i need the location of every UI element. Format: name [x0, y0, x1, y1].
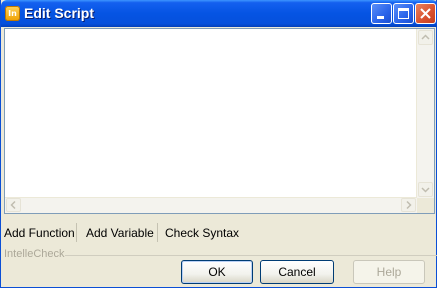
window-title: Edit Script [24, 5, 95, 21]
toolbar-separator [157, 223, 158, 242]
ok-button[interactable]: OK [181, 260, 253, 284]
cancel-button[interactable]: Cancel [260, 260, 334, 284]
minimize-button[interactable] [371, 3, 392, 24]
check-syntax-button[interactable]: Check Syntax [165, 226, 239, 240]
maximize-button[interactable] [393, 3, 414, 24]
minimize-icon [377, 16, 384, 19]
close-icon [420, 8, 431, 19]
title-bar[interactable]: In Edit Script [1, 0, 437, 27]
intellecheck-divider [65, 255, 437, 256]
add-variable-button[interactable]: Add Variable [86, 226, 154, 240]
intellecheck-label: IntelleCheck [4, 248, 65, 260]
script-editor[interactable] [4, 28, 435, 214]
close-button[interactable] [415, 3, 436, 24]
maximize-icon [398, 8, 409, 19]
edit-script-window: In Edit Script Add Function Add Variable… [0, 0, 437, 288]
app-icon: In [5, 6, 20, 21]
script-toolbar: Add Function Add Variable Check Syntax [1, 222, 437, 244]
toolbar-separator [76, 223, 77, 242]
add-function-button[interactable]: Add Function [4, 226, 75, 240]
help-button[interactable]: Help [353, 260, 425, 284]
